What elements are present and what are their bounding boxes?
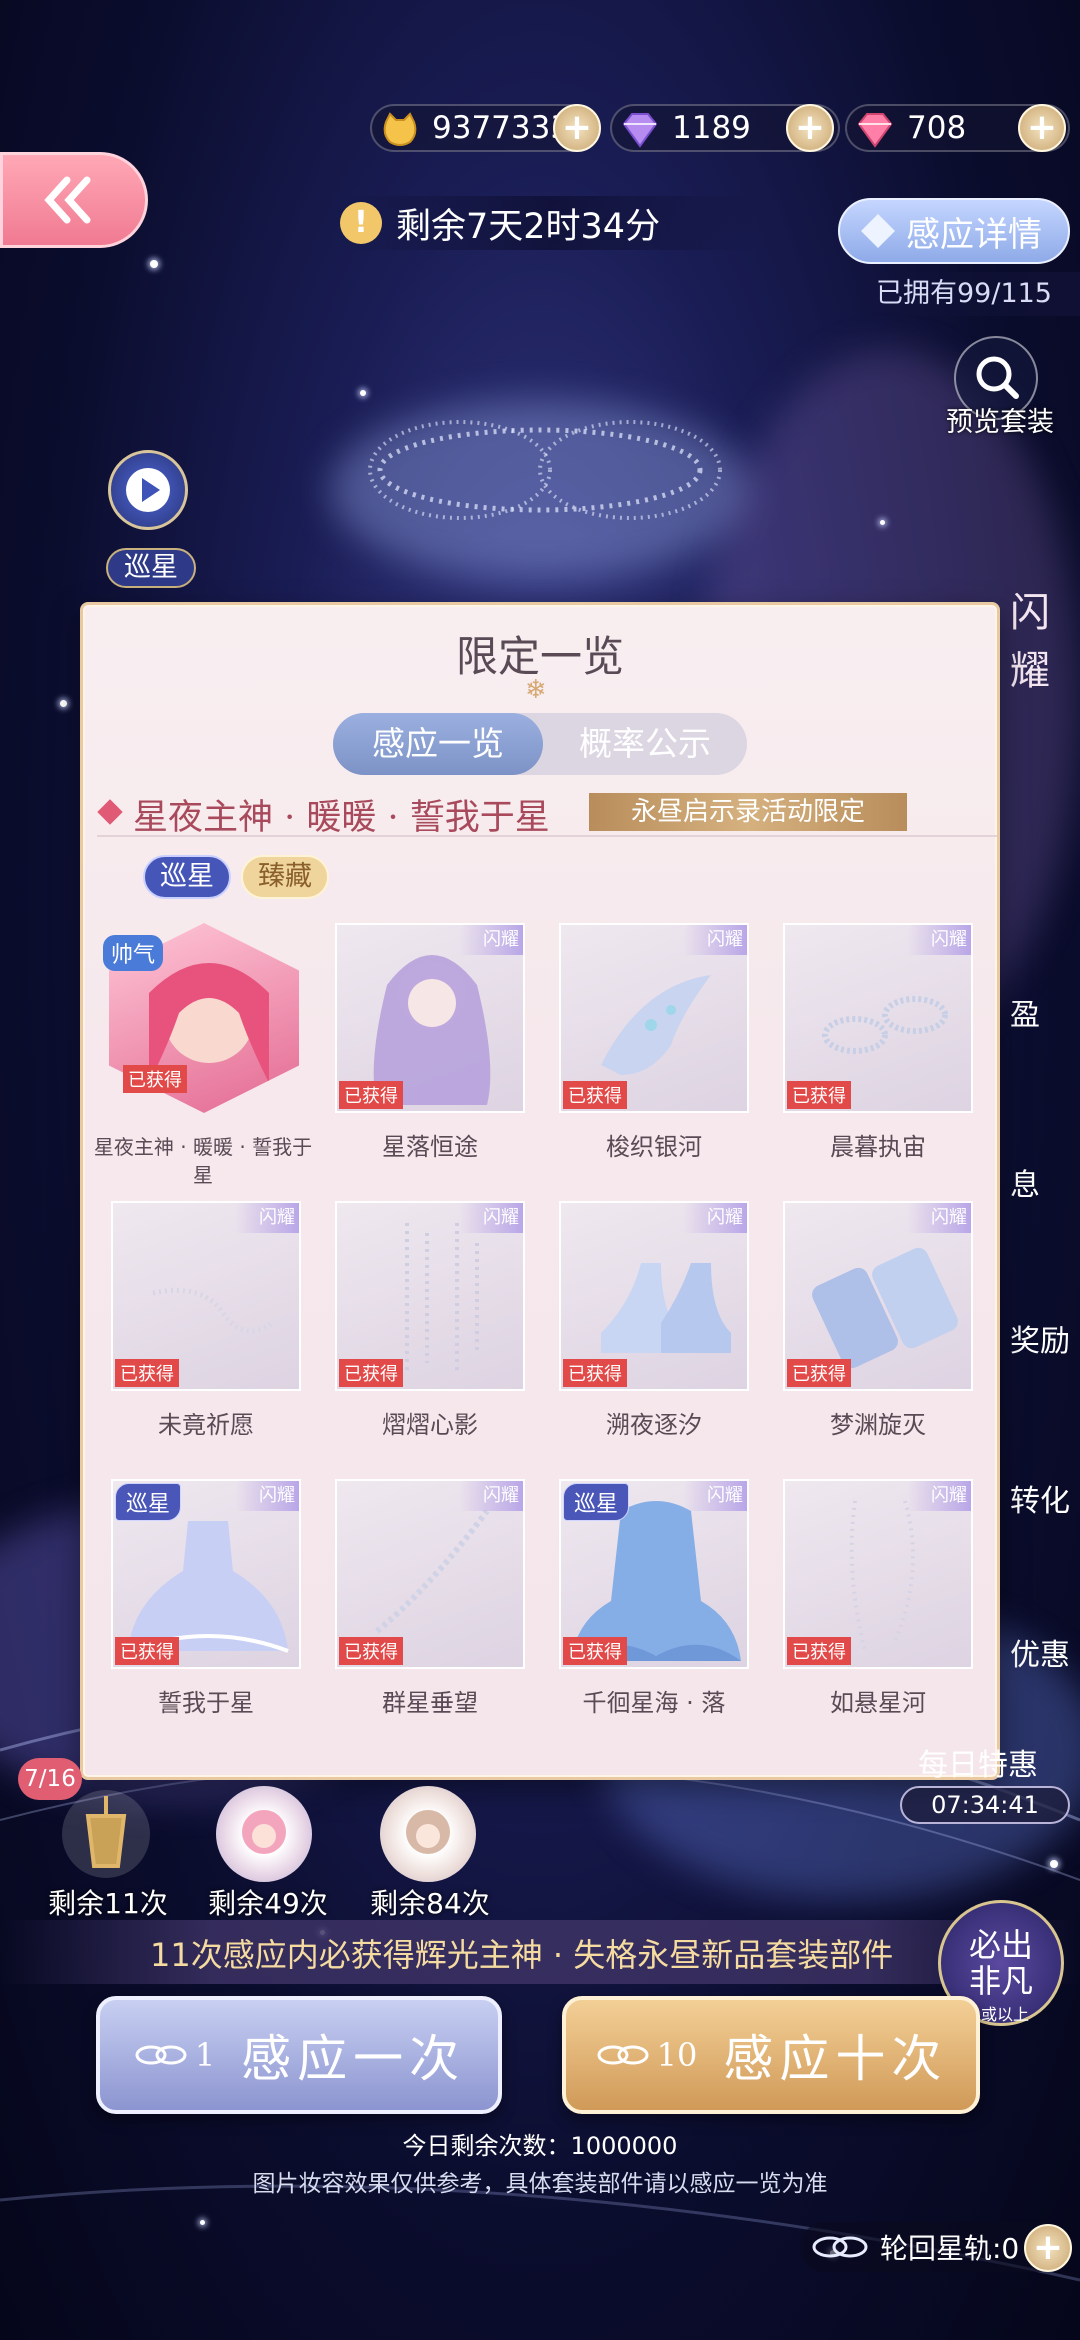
induct-once-button[interactable]: 1 感应一次	[96, 1996, 502, 2114]
item-name: 晨暮执宙	[830, 1133, 926, 1161]
double-chevron-left-icon	[44, 176, 91, 224]
disclaimer: 图片妆容效果仅供参考，具体套装部件请以感应一览为准	[252, 2171, 828, 2197]
reward-remaining: 剩余11次	[48, 1887, 168, 1920]
side-menu-item[interactable]: 息	[1010, 1160, 1080, 1204]
item-name: 梦渊旋灭	[830, 1411, 926, 1439]
reward-item[interactable]	[380, 1786, 476, 1882]
obtained-tag: 已获得	[563, 1081, 627, 1109]
warning-icon: !	[340, 202, 382, 244]
item-name: 如悬星河	[830, 1689, 926, 1717]
guarantee-text: 11次感应内必获得辉光主神 · 失格永昼新品套装部件	[150, 1936, 894, 1974]
pink-diamond-value: 708	[907, 110, 967, 146]
daily-remaining: 今日剩余次数：1000000	[402, 2132, 678, 2160]
add-diamond-button[interactable]: +	[786, 104, 834, 152]
reward-item[interactable]	[58, 1786, 154, 1882]
cat-coin-icon	[383, 112, 417, 146]
item-name: 群星垂望	[382, 1689, 478, 1717]
diamond-small-icon	[861, 214, 895, 248]
owned-count: 已拥有99/115	[850, 272, 1080, 316]
guarantee-banner: 11次感应内必获得辉光主神 · 失格永昼新品套装部件	[0, 1920, 1080, 1984]
daily-deal-label: 每日特惠	[918, 1748, 1038, 1783]
time-remaining: ! 剩余7天2时34分	[340, 196, 760, 250]
patrol-play-button[interactable]	[108, 450, 188, 530]
daily-deal-timer: 07:34:41	[900, 1786, 1070, 1824]
item-card[interactable]: 闪耀 已获得	[559, 1201, 749, 1391]
orbit-ring-icon	[597, 2045, 649, 2065]
induct-ten-button[interactable]: 10 感应十次	[562, 1996, 980, 2114]
side-menu-item[interactable]: 盈	[1010, 990, 1080, 1034]
reward-item[interactable]	[216, 1786, 312, 1882]
item-name: 梭织银河	[606, 1133, 702, 1161]
obtained-tag: 已获得	[787, 1637, 851, 1665]
obtained-tag: 已获得	[339, 1637, 403, 1665]
play-icon	[126, 468, 170, 512]
pink-diamond-icon	[857, 113, 893, 148]
item-card[interactable]: 闪耀 已获得	[783, 1201, 973, 1391]
portrait-icon	[406, 1810, 450, 1854]
obtained-tag: 已获得	[563, 1359, 627, 1387]
orbit-ring-icon	[135, 2045, 187, 2065]
item-card[interactable]: 闪耀 已获得	[335, 1479, 525, 1669]
item-name: 誓我于星	[158, 1689, 254, 1717]
preview-suit-label: 预览套装	[946, 407, 1054, 438]
obtained-tag: 已获得	[115, 1359, 179, 1387]
add-orbit-button[interactable]: +	[1024, 2224, 1072, 2272]
item-card[interactable]: 闪耀 已获得	[111, 1201, 301, 1391]
item-card[interactable]: 闪耀 已获得	[335, 1201, 525, 1391]
patrol-label: 巡星	[106, 548, 196, 588]
limited-list-panel: 限定一览 ❄ 感应一览 概率公示 星夜主神 · 暖暖 · 誓我于星 永昼启示录活…	[80, 602, 1000, 1780]
gold-value: 9377333	[432, 110, 571, 146]
induction-detail-button[interactable]: 感应详情	[838, 198, 1070, 264]
obtained-tag: 已获得	[787, 1081, 851, 1109]
item-name: 溯夜逐汐	[606, 1411, 702, 1439]
obtained-tag: 已获得	[563, 1637, 627, 1665]
add-gold-button[interactable]: +	[553, 104, 601, 152]
item-name: 千徊星海 · 落	[582, 1689, 726, 1717]
patrol-badge: 巡星	[563, 1483, 630, 1521]
item-name: 未竟祈愿	[158, 1411, 254, 1439]
item-card[interactable]: 闪耀 已获得	[783, 923, 973, 1113]
item-name: 熠熠心影	[382, 1411, 478, 1439]
side-flash-label: 闪耀	[1010, 590, 1050, 694]
obtained-tag: 已获得	[787, 1359, 851, 1387]
item-card[interactable]: 巡星 闪耀 已获得	[111, 1479, 301, 1669]
item-card[interactable]: 闪耀 已获得	[335, 923, 525, 1113]
purple-diamond-icon	[622, 113, 658, 148]
item-card[interactable]: 帅气 已获得	[103, 923, 303, 1113]
tassel-icon	[62, 1790, 150, 1878]
back-button[interactable]	[0, 152, 148, 248]
daily-deal[interactable]: 每日特惠 07:34:41	[900, 1740, 1080, 1840]
item-card[interactable]: 闪耀 已获得	[783, 1479, 973, 1669]
item-name: 星落恒途	[382, 1133, 478, 1161]
reward-remaining: 剩余84次	[370, 1887, 490, 1920]
item-card[interactable]: 闪耀 已获得	[559, 923, 749, 1113]
side-menu-item[interactable]: 转化	[1010, 1476, 1080, 1520]
item-card[interactable]: 巡星 闪耀 已获得	[559, 1479, 749, 1669]
side-menu-item[interactable]: 奖励	[1010, 1316, 1080, 1360]
orbit-ring-icon	[812, 2236, 868, 2258]
item-name: 星夜主神 · 暖暖 · 誓我于星	[93, 1135, 313, 1187]
item-grid: 帅气 已获得 星夜主神 · 暖暖 · 誓我于星 闪耀 已获得 星落恒途 闪耀 已…	[83, 605, 997, 1775]
obtained-tag: 已获得	[339, 1081, 403, 1109]
right-side-menu: 闪耀 盈 息 奖励 转化 优惠	[1000, 580, 1080, 1880]
style-badge: 帅气	[103, 935, 164, 971]
obtained-tag: 已获得	[115, 1637, 179, 1665]
side-menu-item[interactable]: 优惠	[1010, 1630, 1080, 1674]
diamond-value: 1189	[672, 110, 751, 146]
obtained-tag: 已获得	[339, 1359, 403, 1387]
obtained-tag: 已获得	[123, 1065, 187, 1093]
add-pink-diamond-button[interactable]: +	[1018, 104, 1066, 152]
portrait-icon	[242, 1810, 286, 1854]
reward-remaining: 剩余49次	[208, 1887, 328, 1920]
patrol-badge: 巡星	[115, 1483, 182, 1521]
